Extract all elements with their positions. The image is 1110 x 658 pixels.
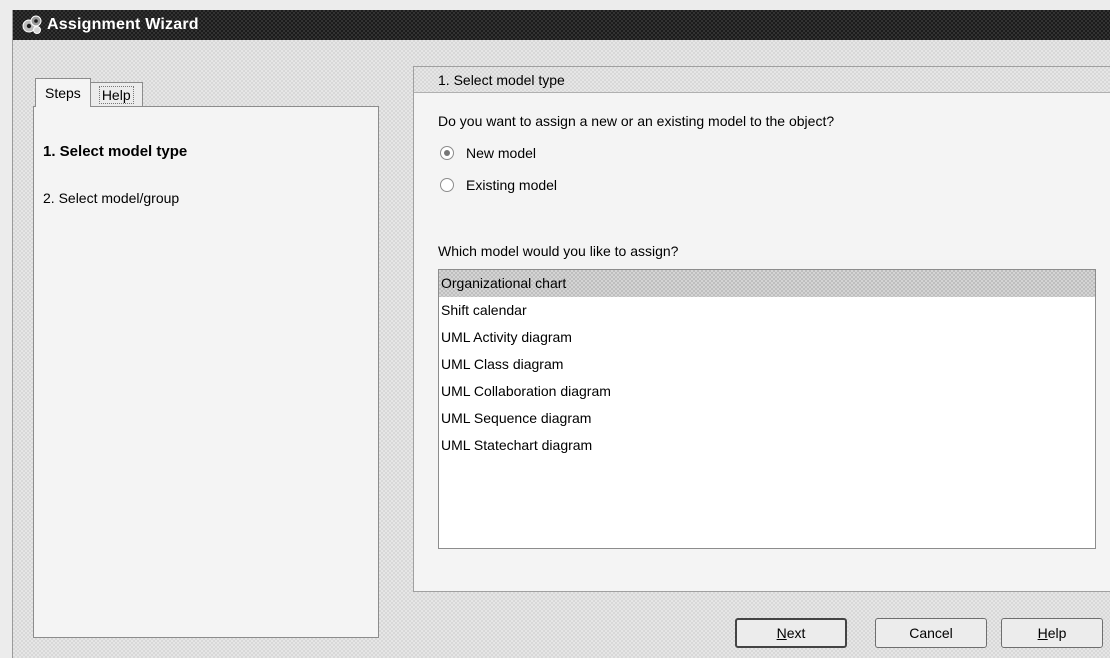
radio-existing-model[interactable]: Existing model xyxy=(440,177,557,193)
list-item[interactable]: UML Activity diagram xyxy=(439,324,1095,351)
list-item[interactable]: Organizational chart xyxy=(439,270,1095,297)
radio-existing-model-control[interactable] xyxy=(440,178,454,192)
help-button[interactable]: Help xyxy=(1001,618,1103,648)
next-button-mnemonic: N xyxy=(776,625,787,641)
step-header: 1. Select model type xyxy=(414,67,1110,93)
list-item[interactable]: UML Collaboration diagram xyxy=(439,378,1095,405)
title-bar[interactable]: Assignment Wizard xyxy=(13,10,1110,40)
wizard-content: Steps Help 1. Select model type 2. Selec… xyxy=(13,40,1110,658)
next-button-label: ext xyxy=(786,625,806,641)
cancel-button[interactable]: Cancel xyxy=(875,618,987,648)
model-type-list[interactable]: Organizational chart Shift calendar UML … xyxy=(438,269,1096,549)
tab-steps[interactable]: Steps xyxy=(35,78,91,107)
help-button-mnemonic: H xyxy=(1037,625,1048,641)
radio-existing-model-label: Existing model xyxy=(466,177,558,193)
tab-help-label: Help xyxy=(98,86,134,104)
list-item[interactable]: UML Statechart diagram xyxy=(439,432,1095,459)
list-item[interactable]: UML Sequence diagram xyxy=(439,405,1095,432)
radio-new-model-control[interactable] xyxy=(440,146,454,160)
window-title: Assignment Wizard xyxy=(47,16,199,33)
step-select-model-type[interactable]: 1. Select model type xyxy=(43,143,187,160)
tab-steps-label: Steps xyxy=(45,85,81,101)
next-button[interactable]: Next xyxy=(735,618,847,648)
gear-cluster-icon xyxy=(22,15,42,34)
radio-new-model-label: New model xyxy=(466,145,537,161)
left-tabstrip: Steps Help xyxy=(35,78,143,107)
model-list-prompt: Which model would you like to assign? xyxy=(438,243,679,259)
list-item[interactable]: Shift calendar xyxy=(439,297,1095,324)
cancel-button-label: Cancel xyxy=(909,625,953,641)
assignment-wizard-window: Assignment Wizard Steps Help 1. Select m… xyxy=(12,10,1110,658)
radio-new-model[interactable]: New model xyxy=(440,145,536,161)
steps-panel: 1. Select model type 2. Select model/gro… xyxy=(33,106,379,638)
tab-help[interactable]: Help xyxy=(89,82,143,107)
step-select-model-group[interactable]: 2. Select model/group xyxy=(43,190,179,206)
list-item[interactable]: UML Class diagram xyxy=(439,351,1095,378)
step-content-group: 1. Select model type Do you want to assi… xyxy=(413,66,1110,592)
help-button-label: elp xyxy=(1047,625,1067,641)
assign-question: Do you want to assign a new or an existi… xyxy=(438,113,835,129)
